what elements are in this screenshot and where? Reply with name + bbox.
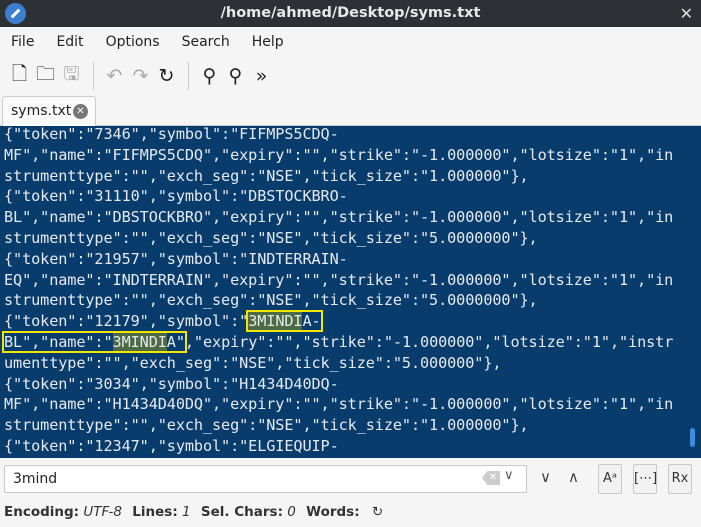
highlight-box: BL","name":"3MINDIA" [2, 330, 187, 353]
close-tab-icon[interactable]: ✕ [73, 104, 88, 119]
match-case-toggle[interactable]: Aᵃ [598, 464, 622, 494]
text-segment: strumenttype":"","exch_seg":"NSE","tick_… [4, 166, 529, 185]
find-next-button[interactable]: ∨ [540, 468, 551, 486]
more-icon: » [255, 65, 268, 87]
find-icon: ⚲ [202, 65, 217, 87]
status-bar: Encoding: UTF-8 Lines: 1 Sel. Chars: 0 W… [4, 500, 383, 525]
text-line: strumenttype":"","exch_seg":"NSE","tick_… [0, 166, 701, 187]
text-segment: {"token":"21957","symbol":"INDTERRAIN- [4, 249, 348, 268]
search-match: 3MINDI [248, 312, 303, 331]
menu-search[interactable]: Search [172, 28, 240, 56]
text-segment: umenttype":"","exch_seg":"NSE","tick_siz… [4, 353, 502, 372]
find-button[interactable]: ⚲ [197, 62, 222, 90]
text-segment: BL","name":" [4, 332, 113, 351]
menu-edit[interactable]: Edit [46, 28, 93, 56]
reload-icon: ↻ [158, 65, 175, 87]
close-window-button[interactable]: ✕ [680, 0, 693, 27]
text-segment: A- [302, 312, 321, 331]
menu-help[interactable]: Help [242, 28, 294, 56]
save-icon: 🖫 [63, 63, 80, 85]
find-history-dropdown[interactable]: ∨ [504, 468, 514, 483]
tab-syms-txt[interactable]: syms.txt ✕ [2, 96, 96, 126]
encoding-value: UTF-8 [83, 504, 122, 520]
lines-value: 1 [182, 504, 191, 520]
redo-icon: ↷ [132, 65, 149, 87]
text-segment: {"token":"31110","symbol":"DBSTOCKBRO- [4, 187, 348, 206]
redo-button[interactable]: ↷ [128, 62, 153, 90]
text-segment: {"token":"12179","symbol":" [4, 312, 249, 331]
regex-toggle[interactable]: Rx [668, 464, 692, 494]
text-line: strumenttype":"","exch_seg":"NSE","tick_… [0, 415, 701, 436]
text-segment: {"token":"12347","symbol":"ELGIEQUIP- [4, 436, 339, 455]
title-bar: /home/ahmed/Desktop/syms.txt ✕ [0, 0, 701, 27]
find-previous-button[interactable]: ∧ [568, 468, 579, 486]
new-document-icon: 🗋 [11, 63, 28, 85]
encoding-label: Encoding: [4, 504, 80, 520]
text-line: {"token":"21957","symbol":"INDTERRAIN- [0, 249, 701, 270]
text-line: BL","name":"DBSTOCKBRO","expiry":"","str… [0, 207, 701, 228]
tab-bar: syms.txt ✕ [0, 95, 701, 126]
text-line: EQ","name":"INDTERRAIN","expiry":"","str… [0, 270, 701, 291]
text-line: strumenttype":"","exch_seg":"NSE","tick_… [0, 228, 701, 249]
find-input[interactable]: 3mind [4, 465, 527, 493]
menu-file[interactable]: File [0, 28, 44, 56]
text-segment: A" [166, 332, 185, 351]
toolbar-separator [93, 62, 94, 90]
menu-bar: File Edit Options Search Help [0, 28, 701, 56]
undo-icon: ↶ [106, 65, 123, 87]
new-document-button[interactable]: 🗋 [7, 62, 32, 90]
find-input-value: 3mind [13, 471, 58, 487]
reload-button[interactable]: ↻ [154, 62, 179, 90]
sel-chars-value: 0 [287, 504, 296, 520]
text-segment: MF","name":"FIFMPS5CDQ","expiry":"","str… [4, 145, 674, 164]
text-line: BL","name":"3MINDIA","expiry":"","strike… [0, 330, 701, 353]
text-line: BL","name":"ELGIEQUIP","expiry":"","stri… [0, 457, 701, 459]
text-line: {"token":"12179","symbol":"3MINDIA- [0, 310, 701, 333]
find-replace-icon: ⚲ [228, 65, 243, 87]
more-button[interactable]: » [249, 62, 274, 90]
window-title: /home/ahmed/Desktop/syms.txt [220, 5, 481, 21]
open-folder-button[interactable]: 🗀 [33, 62, 58, 90]
text-line: umenttype":"","exch_seg":"NSE","tick_siz… [0, 353, 701, 374]
text-editor[interactable]: {"token":"7346","symbol":"FIFMPS5CDQ- MF"… [0, 126, 701, 458]
text-line: {"token":"31110","symbol":"DBSTOCKBRO- [0, 186, 701, 207]
words-label: Words: [306, 504, 360, 520]
lines-label: Lines: [132, 504, 178, 520]
text-segment: MF","name":"H1434D40DQ","expiry":"","str… [4, 395, 674, 414]
save-button[interactable]: 🖫 [59, 62, 84, 90]
whole-word-toggle[interactable]: [⋯] [633, 464, 657, 494]
text-segment: BL","name":"DBSTOCKBRO","expiry":"","str… [4, 208, 674, 227]
text-segment: strumenttype":"","exch_seg":"NSE","tick_… [4, 228, 538, 247]
text-line: strumenttype":"","exch_seg":"NSE","tick_… [0, 290, 701, 311]
tab-label: syms.txt [11, 103, 72, 119]
text-line: {"token":"12347","symbol":"ELGIEQUIP- [0, 436, 701, 457]
menu-options[interactable]: Options [96, 28, 170, 56]
undo-button[interactable]: ↶ [102, 62, 127, 90]
scrollbar[interactable] [690, 428, 695, 447]
find-bar: 3mind ✕ ∨ ∨ ∧ Aᵃ [⋯] Rx [0, 460, 701, 498]
search-match: 3MINDI [112, 332, 167, 351]
find-replace-button[interactable]: ⚲ [223, 62, 248, 90]
text-line: MF","name":"FIFMPS5CDQ","expiry":"","str… [0, 145, 701, 166]
refresh-words-icon[interactable]: ↻ [372, 504, 383, 520]
text-segment: {"token":"3034","symbol":"H1434D40DQ- [4, 374, 339, 393]
text-segment: EQ","name":"INDTERRAIN","expiry":"","str… [4, 270, 674, 289]
text-segment: ,"expiry":"","strike":"-1.000000","lotsi… [184, 332, 674, 351]
highlight-box: 3MINDIA- [246, 310, 323, 333]
app-icon [5, 3, 26, 24]
toolbar: 🗋 🗀 🖫 ↶ ↷ ↻ ⚲ ⚲ » [0, 58, 701, 94]
text-segment: strumenttype":"","exch_seg":"NSE","tick_… [4, 291, 538, 310]
open-folder-icon: 🗀 [35, 63, 55, 85]
text-line: {"token":"3034","symbol":"H1434D40DQ- [0, 374, 701, 395]
text-line: {"token":"7346","symbol":"FIFMPS5CDQ- [0, 126, 701, 145]
text-segment: strumenttype":"","exch_seg":"NSE","tick_… [4, 416, 529, 435]
text-segment: {"token":"7346","symbol":"FIFMPS5CDQ- [4, 126, 339, 143]
toolbar-separator [188, 62, 189, 90]
sel-chars-label: Sel. Chars: [200, 504, 283, 520]
text-line: MF","name":"H1434D40DQ","expiry":"","str… [0, 394, 701, 415]
